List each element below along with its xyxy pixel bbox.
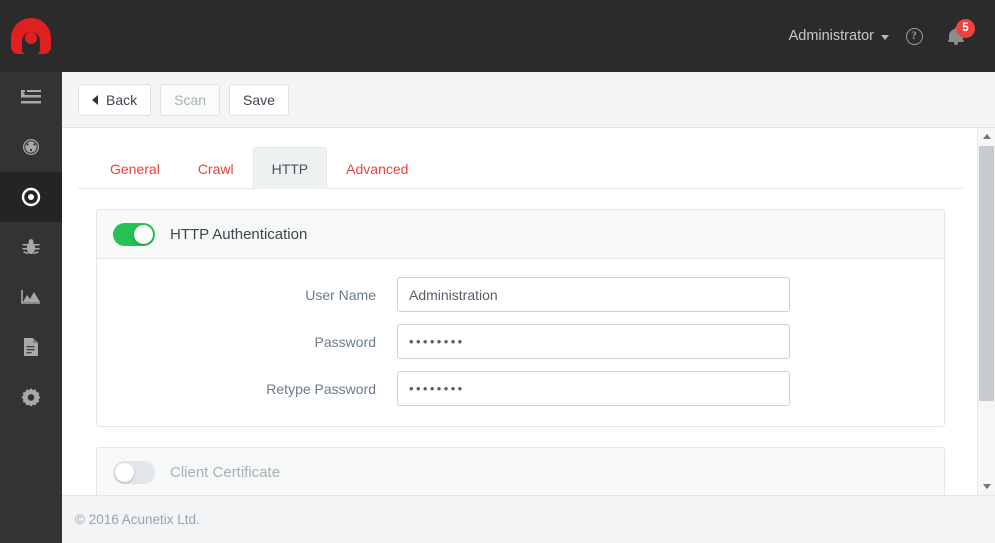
back-button[interactable]: Back bbox=[78, 83, 152, 116]
user-name-label: User Name bbox=[305, 286, 376, 303]
user-name-row: User Name bbox=[97, 277, 944, 312]
tab-advanced-label: Advanced bbox=[346, 160, 409, 177]
client-certificate-panel: Client Certificate bbox=[96, 447, 945, 495]
tab-general-label: General bbox=[110, 160, 160, 177]
app-logo[interactable] bbox=[0, 0, 62, 72]
acunetix-logo-icon bbox=[11, 18, 51, 54]
tab-http-label: HTTP bbox=[271, 160, 309, 177]
retype-password-input[interactable] bbox=[397, 371, 790, 406]
back-button-label: Back bbox=[106, 91, 138, 108]
scan-button-label: Scan bbox=[174, 91, 207, 108]
password-input[interactable] bbox=[397, 324, 790, 359]
password-label: Password bbox=[314, 333, 376, 350]
top-bar-actions: Administrator ? 5 bbox=[785, 0, 995, 72]
scroll-down-button[interactable] bbox=[978, 478, 995, 495]
save-button[interactable]: Save bbox=[229, 83, 289, 116]
tab-crawl[interactable]: Crawl bbox=[179, 147, 253, 189]
notification-badge: 5 bbox=[956, 19, 975, 38]
http-authentication-title: HTTP Authentication bbox=[170, 225, 308, 243]
vertical-scrollbar[interactable] bbox=[977, 128, 995, 495]
footer: © 2016 Acunetix Ltd. bbox=[62, 495, 995, 543]
top-bar: Administrator ? 5 bbox=[0, 0, 995, 72]
chevron-left-icon bbox=[92, 94, 98, 105]
action-toolbar: Back Scan Save bbox=[62, 72, 995, 128]
tab-general[interactable]: General bbox=[91, 147, 179, 189]
sidebar-item-menu-toggle[interactable] bbox=[0, 72, 62, 122]
client-certificate-title: Client Certificate bbox=[170, 464, 281, 481]
password-row: Password bbox=[97, 324, 944, 359]
toggle-knob bbox=[134, 224, 153, 244]
content-area: General Crawl HTTP Advanced HTTP Authent… bbox=[62, 128, 995, 495]
help-button[interactable]: ? bbox=[893, 15, 935, 57]
sidebar-item-targets[interactable] bbox=[0, 172, 62, 222]
client-certificate-header: Client Certificate bbox=[97, 448, 944, 495]
retype-password-label: Retype Password bbox=[266, 380, 376, 397]
area-chart-icon bbox=[21, 290, 40, 304]
settings-tabs: General Crawl HTTP Advanced bbox=[78, 147, 963, 189]
scrollbar-thumb[interactable] bbox=[979, 146, 994, 401]
http-authentication-header: HTTP Authentication bbox=[97, 210, 944, 259]
help-icon: ? bbox=[905, 27, 923, 45]
list-indent-icon bbox=[21, 90, 41, 104]
scan-button[interactable]: Scan bbox=[160, 83, 221, 116]
notifications-button[interactable]: 5 bbox=[935, 15, 977, 57]
chevron-down-icon bbox=[982, 484, 991, 489]
settings-scroll-region: General Crawl HTTP Advanced HTTP Authent… bbox=[62, 128, 977, 495]
scroll-up-button[interactable] bbox=[978, 128, 995, 145]
http-authentication-body: User Name Password Retype Password bbox=[97, 259, 944, 426]
sidebar-item-dashboard[interactable] bbox=[0, 122, 62, 172]
sidebar-item-scans[interactable] bbox=[0, 272, 62, 322]
sidebar bbox=[0, 72, 62, 543]
chevron-down-icon bbox=[881, 34, 889, 40]
footer-copyright: © 2016 Acunetix Ltd. bbox=[75, 512, 200, 527]
sidebar-item-reports[interactable] bbox=[0, 322, 62, 372]
user-menu-label: Administrator bbox=[788, 28, 874, 44]
target-icon bbox=[21, 187, 41, 207]
gear-icon bbox=[21, 388, 41, 407]
save-button-label: Save bbox=[243, 91, 275, 108]
tab-http[interactable]: HTTP bbox=[252, 147, 328, 189]
bug-icon bbox=[22, 239, 40, 255]
client-certificate-toggle[interactable] bbox=[113, 461, 155, 484]
target-settings-card: General Crawl HTTP Advanced HTTP Authent… bbox=[78, 147, 963, 495]
sidebar-item-settings[interactable] bbox=[0, 372, 62, 422]
chevron-up-icon bbox=[982, 134, 991, 139]
retype-password-row: Retype Password bbox=[97, 371, 944, 406]
user-name-input[interactable] bbox=[397, 277, 790, 312]
document-icon bbox=[24, 338, 38, 356]
tab-crawl-label: Crawl bbox=[197, 160, 234, 177]
http-authentication-panel: HTTP Authentication User Name Password R… bbox=[96, 209, 945, 427]
gauge-icon bbox=[23, 139, 39, 155]
tab-advanced[interactable]: Advanced bbox=[327, 147, 427, 189]
sidebar-item-vulnerabilities[interactable] bbox=[0, 222, 62, 272]
user-menu[interactable]: Administrator bbox=[785, 22, 893, 50]
http-authentication-toggle[interactable] bbox=[113, 222, 155, 246]
toggle-knob bbox=[115, 463, 134, 482]
